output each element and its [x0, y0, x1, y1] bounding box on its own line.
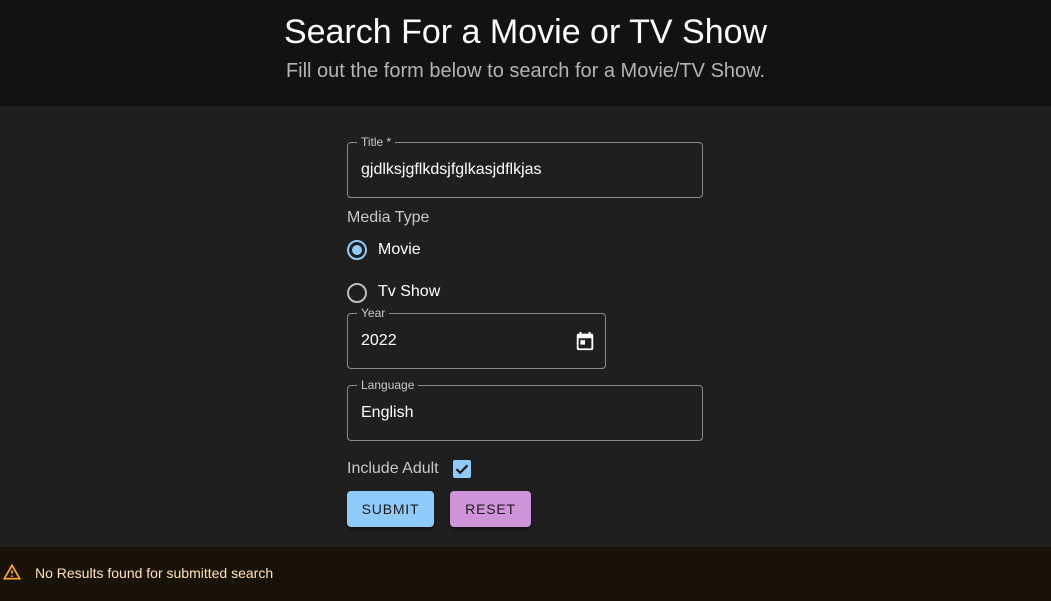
tv-show-radio-label[interactable]: Tv Show	[378, 282, 440, 302]
submit-button[interactable]: SUBMIT	[347, 491, 434, 527]
title-field-label: Title *	[357, 135, 396, 149]
reset-button[interactable]: RESET	[450, 491, 531, 527]
year-field-label: Year	[357, 306, 390, 320]
movie-radio-label[interactable]: Movie	[378, 240, 421, 260]
year-field[interactable]: Year 2022	[347, 306, 606, 369]
title-field[interactable]: Title * gjdlksjgflkdsjfglkasjdflkjas	[347, 135, 703, 198]
include-adult-label: Include Adult	[347, 460, 439, 477]
no-results-alert: No Results found for submitted search	[0, 547, 1051, 601]
language-field-value: English	[361, 404, 414, 421]
media-type-label: Media Type	[347, 209, 430, 226]
language-field-label: Language	[357, 378, 419, 392]
page-subtitle: Fill out the form below to search for a …	[285, 60, 766, 82]
include-adult-checkbox[interactable]	[453, 460, 471, 478]
warning-icon	[2, 562, 22, 582]
alert-message: No Results found for submitted search	[35, 565, 274, 581]
language-field[interactable]: Language English	[347, 378, 703, 441]
checkmark-icon	[455, 464, 469, 475]
page-title: Search For a Movie or TV Show	[283, 13, 768, 51]
page-header: Search For a Movie or TV Show Fill out t…	[0, 0, 1051, 106]
title-field-value: gjdlksjgflkdsjfglkasjdflkjas	[361, 161, 542, 178]
tv-show-radio[interactable]	[347, 283, 367, 303]
movie-radio[interactable]	[347, 240, 367, 260]
calendar-icon[interactable]	[574, 330, 596, 352]
year-field-value: 2022	[361, 332, 397, 349]
